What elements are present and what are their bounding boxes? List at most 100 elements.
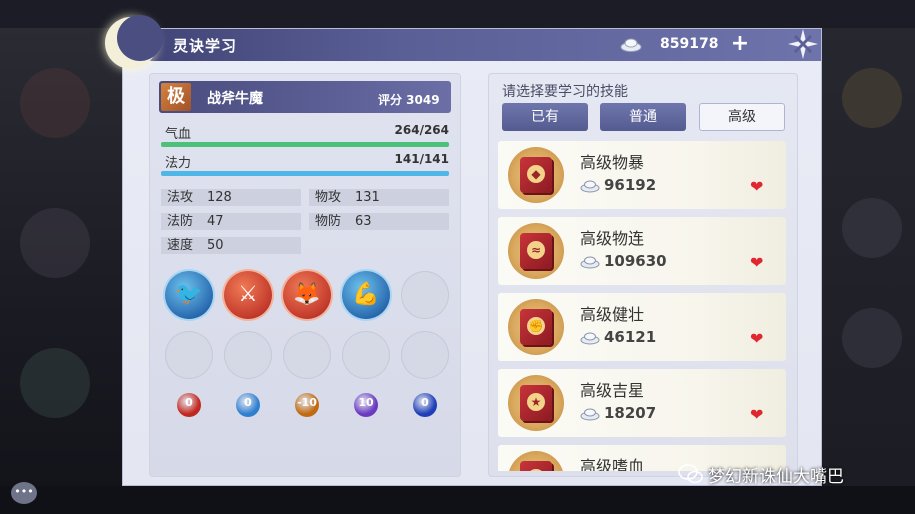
- empty-skill-slot[interactable]: [283, 331, 331, 379]
- character-panel: 极 战斧牛魔 评分 3049 气血 264/264 法力 141/141 法攻 …: [149, 73, 461, 477]
- stat-value: 131: [355, 190, 380, 205]
- title-bar: 灵诀学习 859178 +: [123, 29, 821, 61]
- learned-skill-slot-3[interactable]: 🦊: [283, 271, 331, 319]
- skill-book-icon: ◆: [508, 147, 564, 203]
- stat-speed: 速度 50: [161, 237, 301, 254]
- hp-bar-fill: [161, 142, 449, 147]
- empty-skill-slot[interactable]: [401, 331, 449, 379]
- skill-name: 高级健壮: [580, 305, 645, 324]
- orb-value: 0: [421, 396, 429, 409]
- learned-skill-slot-2[interactable]: ⚔: [224, 271, 272, 319]
- book-emblem: ◆: [527, 469, 545, 471]
- heart-icon[interactable]: ❤: [750, 329, 763, 348]
- select-skill-prompt: 请选择要学习的技能: [502, 84, 628, 100]
- watermark-text: 梦幻新诛仙大嘴巴: [708, 467, 844, 487]
- empty-skill-slot[interactable]: [342, 331, 390, 379]
- skill-name: 高级嗜血: [580, 457, 645, 471]
- stat-value: 128: [207, 190, 232, 205]
- list-item[interactable]: ✊ 高级健壮 46121 ❤: [498, 293, 786, 361]
- list-item[interactable]: ★ 高级吉星 18207 ❤: [498, 369, 786, 437]
- tab-advanced[interactable]: 高级: [699, 103, 785, 131]
- skill-book-icon: ◆: [508, 451, 564, 471]
- arm-icon: 💪: [352, 282, 380, 307]
- fox-icon: 🦊: [293, 282, 321, 307]
- empty-skill-slot[interactable]: [165, 331, 213, 379]
- skill-name: 高级物连: [580, 229, 645, 248]
- stat-label: 法防: [167, 214, 194, 229]
- silver-ingot-icon: [580, 332, 600, 345]
- window-title: 灵诀学习: [173, 37, 238, 55]
- book-emblem: ≈: [527, 241, 545, 259]
- skill-list[interactable]: ◆ 高级物暴 96192 ❤ ≈ 高级物连 109630 ❤ ✊ 高级健壮 46…: [498, 141, 786, 471]
- slash-icon: ⚔: [238, 282, 258, 307]
- wind-element-orb: 0: [413, 393, 437, 417]
- skill-select-panel: 请选择要学习的技能 已有 普通 高级 ◆ 高级物暴 96192 ❤ ≈ 高级物连…: [488, 73, 798, 477]
- mp-label: 法力: [165, 156, 192, 171]
- character-header: 极 战斧牛魔 评分 3049: [159, 81, 451, 113]
- fire-element-orb: 0: [177, 393, 201, 417]
- tab-normal[interactable]: 普通: [600, 103, 686, 131]
- orb-value: 0: [244, 396, 252, 409]
- background-bottom: [0, 486, 915, 514]
- heart-icon[interactable]: ❤: [750, 177, 763, 196]
- skill-cost: 109630: [604, 252, 667, 270]
- water-element-orb: 0: [236, 393, 260, 417]
- chat-icon[interactable]: •••: [11, 482, 37, 504]
- silver-ingot-icon: [620, 38, 642, 52]
- tab-owned[interactable]: 已有: [502, 103, 588, 131]
- empty-skill-slot[interactable]: [401, 271, 449, 319]
- orb-value: -10: [297, 396, 317, 409]
- silver-ingot-icon: [580, 256, 600, 269]
- hp-bar: [161, 142, 449, 147]
- add-currency-button[interactable]: +: [729, 31, 751, 56]
- skill-learning-window: 灵诀学习 859178 + 极 战斧牛魔 评分 3049 气血 264/264 …: [105, 15, 822, 486]
- empty-skill-slot[interactable]: [224, 331, 272, 379]
- book-emblem: ✊: [527, 317, 545, 335]
- skill-name: 高级物暴: [580, 153, 645, 172]
- stat-value: 63: [355, 214, 372, 229]
- skill-book-icon: ✊: [508, 299, 564, 355]
- skill-book-icon: ★: [508, 375, 564, 431]
- heart-icon[interactable]: ❤: [750, 253, 763, 272]
- wing-icon: 🐦: [175, 282, 203, 307]
- stat-physical-defense: 物防 63: [309, 213, 449, 230]
- stat-label: 物攻: [315, 190, 342, 205]
- list-item[interactable]: ≈ 高级物连 109630 ❤: [498, 217, 786, 285]
- earth-element-orb: -10: [295, 393, 319, 417]
- list-item[interactable]: ◆ 高级物暴 96192 ❤: [498, 141, 786, 209]
- stat-label: 法攻: [167, 190, 194, 205]
- rank-badge: 极: [161, 83, 191, 111]
- background-right: [822, 28, 915, 514]
- stat-magic-defense: 法防 47: [161, 213, 301, 230]
- close-icon[interactable]: [786, 27, 820, 61]
- character-name: 战斧牛魔: [207, 91, 263, 107]
- learned-skill-slot-1[interactable]: 🐦: [165, 271, 213, 319]
- skill-cost: 46121: [604, 328, 657, 346]
- mp-bar-fill: [161, 171, 449, 176]
- silver-ingot-icon: [580, 408, 600, 421]
- skill-cost: 18207: [604, 404, 657, 422]
- learned-skill-slot-4[interactable]: 💪: [342, 271, 390, 319]
- stat-label: 速度: [167, 238, 194, 253]
- moon-decoration: [105, 15, 163, 69]
- hp-value: 264/264: [394, 123, 449, 137]
- book-emblem: ★: [527, 393, 545, 411]
- heart-icon[interactable]: ❤: [750, 405, 763, 424]
- book-emblem: ◆: [527, 165, 545, 183]
- orb-value: 10: [358, 396, 374, 409]
- silver-ingot-icon: [580, 180, 600, 193]
- stat-label: 物防: [315, 214, 342, 229]
- stat-value: 47: [207, 214, 224, 229]
- skill-name: 高级吉星: [580, 381, 645, 400]
- background-left: [0, 28, 122, 514]
- skill-cost: 96192: [604, 176, 657, 194]
- currency-value: 859178: [660, 36, 719, 52]
- stat-value: 50: [207, 238, 224, 253]
- skill-book-icon: ≈: [508, 223, 564, 279]
- mp-value: 141/141: [394, 152, 449, 166]
- stat-magic-attack: 法攻 128: [161, 189, 301, 206]
- thunder-element-orb: 10: [354, 393, 378, 417]
- hp-label: 气血: [165, 127, 192, 142]
- character-score: 评分 3049: [378, 93, 440, 107]
- mp-bar: [161, 171, 449, 176]
